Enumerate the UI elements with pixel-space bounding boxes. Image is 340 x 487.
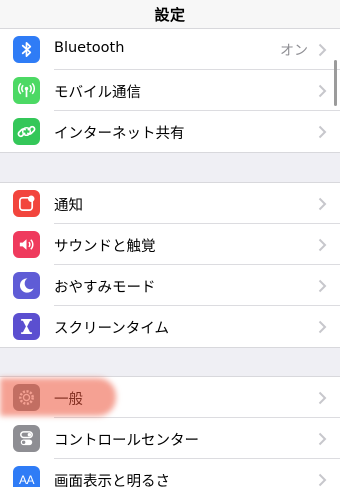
settings-group-connectivity: Bluetooth オン モバイル通信 インターネット共有 — [0, 28, 340, 153]
text-size-icon: AA — [13, 466, 40, 487]
settings-row-cellular[interactable]: モバイル通信 — [0, 70, 340, 111]
settings-row-label: インターネット共有 — [54, 126, 185, 142]
settings-row-label: コントロールセンター — [54, 433, 199, 449]
settings-row-bluetooth[interactable]: Bluetooth オン — [0, 29, 340, 70]
moon-icon — [13, 272, 40, 299]
settings-row-label: モバイル通信 — [54, 85, 141, 101]
settings-row-notifications[interactable]: 通知 — [0, 183, 340, 224]
chevron-right-icon — [318, 432, 327, 446]
settings-row-control-center[interactable]: コントロールセンター — [0, 418, 340, 459]
chevron-right-icon — [318, 391, 327, 405]
chevron-right-icon — [318, 197, 327, 211]
chevron-right-icon — [318, 43, 327, 57]
antenna-icon — [13, 77, 40, 104]
settings-row-label: スクリーンタイム — [54, 321, 169, 337]
settings-row-label: 画面表示と明るさ — [54, 474, 170, 487]
toggles-icon — [13, 425, 40, 452]
settings-row-label: おやすみモード — [54, 280, 156, 296]
settings-row-label: サウンドと触覚 — [54, 239, 156, 255]
notification-icon — [13, 190, 40, 217]
bluetooth-icon — [13, 36, 40, 63]
settings-row-do-not-disturb[interactable]: おやすみモード — [0, 265, 340, 306]
chevron-right-icon — [318, 279, 327, 293]
chevron-right-icon — [318, 125, 327, 139]
text-size-icon-glyph: AA — [18, 472, 35, 487]
page-title: 設定 — [154, 6, 186, 24]
settings-row-display[interactable]: AA 画面表示と明るさ — [0, 459, 340, 487]
chevron-right-icon — [318, 84, 327, 98]
chevron-right-icon — [318, 320, 327, 334]
settings-row-hotspot[interactable]: インターネット共有 — [0, 111, 340, 152]
settings-row-sounds[interactable]: サウンドと触覚 — [0, 224, 340, 265]
scrollbar[interactable] — [334, 60, 337, 106]
settings-row-label: Bluetooth — [54, 40, 125, 56]
link-icon — [13, 118, 40, 145]
hourglass-icon — [13, 313, 40, 340]
settings-row-label: 通知 — [54, 198, 83, 214]
settings-group-alerts: 通知 サウンドと触覚 おやすみモード スクリーンタイム — [0, 182, 340, 348]
bluetooth-status-value: オン — [280, 43, 308, 59]
chevron-right-icon — [318, 473, 327, 487]
settings-row-screen-time[interactable]: スクリーンタイム — [0, 306, 340, 347]
speaker-icon — [13, 231, 40, 258]
highlight-marker — [0, 378, 116, 416]
chevron-right-icon — [318, 238, 327, 252]
